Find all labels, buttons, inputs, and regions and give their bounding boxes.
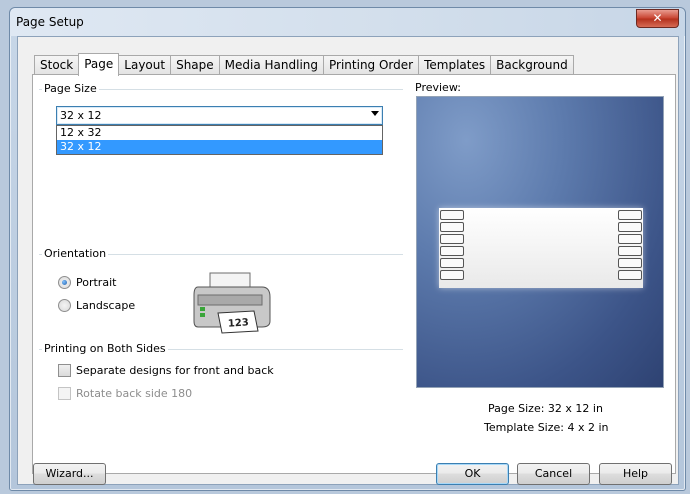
printer-label-text: 123 xyxy=(228,317,250,329)
dialog-body: Stock Page Layout Shape Media Handling P… xyxy=(17,36,679,485)
tab-layout[interactable]: Layout xyxy=(118,55,172,75)
separate-designs-checkbox[interactable] xyxy=(58,364,71,377)
page-size-info-label: Page Size: xyxy=(488,402,545,415)
page-size-selected-value: 32 x 12 xyxy=(60,109,102,122)
window-title: Page Setup xyxy=(16,15,84,29)
preview-pane xyxy=(416,96,664,388)
feed-hole xyxy=(618,270,642,280)
title-bar[interactable]: Page Setup ✕ xyxy=(10,8,685,36)
feed-hole xyxy=(618,234,642,244)
group-divider xyxy=(155,349,403,350)
tab-background[interactable]: Background xyxy=(490,55,574,75)
portrait-label: Portrait xyxy=(76,276,117,289)
tab-stock[interactable]: Stock xyxy=(34,55,80,75)
portrait-radio[interactable] xyxy=(58,276,71,289)
landscape-radio-row[interactable]: Landscape xyxy=(58,299,135,312)
feed-hole xyxy=(618,246,642,256)
help-button[interactable]: Help xyxy=(599,463,672,485)
template-size-info-value: 4 x 2 in xyxy=(567,421,609,434)
feed-hole xyxy=(618,222,642,232)
feed-holes-right xyxy=(617,208,643,288)
preview-label: Preview: xyxy=(415,81,461,94)
feed-hole xyxy=(440,222,464,232)
tab-templates[interactable]: Templates xyxy=(418,55,492,75)
landscape-label: Landscape xyxy=(76,299,136,312)
group-divider xyxy=(101,254,403,255)
feed-hole xyxy=(440,234,464,244)
feed-hole xyxy=(440,258,464,268)
page-tab-panel: Page Size 32 x 12 12 x 32 32 x 12 Orient… xyxy=(32,74,676,474)
rotate-back-checkbox xyxy=(58,387,71,400)
template-size-info-label: Template Size: xyxy=(484,421,564,434)
separate-designs-row[interactable]: Separate designs for front and back xyxy=(58,364,274,377)
landscape-radio[interactable] xyxy=(58,299,71,312)
tab-page[interactable]: Page xyxy=(78,53,120,76)
page-setup-dialog: Page Setup ✕ Stock Page Layout Shape Med… xyxy=(9,7,686,491)
tab-shape[interactable]: Shape xyxy=(170,55,220,75)
feed-holes-left xyxy=(439,208,465,288)
tab-strip: Stock Page Layout Shape Media Handling P… xyxy=(34,53,574,76)
tab-printing-order[interactable]: Printing Order xyxy=(323,55,420,75)
template-size-info: Template Size: 4 x 2 in xyxy=(484,421,609,434)
printer-icon: 123 xyxy=(193,272,271,334)
rotate-back-label: Rotate back side 180 xyxy=(76,387,193,400)
separate-designs-label: Separate designs for front and back xyxy=(76,364,274,377)
group-divider xyxy=(91,89,403,90)
both-sides-group-label: Printing on Both Sides xyxy=(42,342,168,355)
wizard-button[interactable]: Wizard... xyxy=(33,463,106,485)
page-size-info: Page Size: 32 x 12 in xyxy=(488,402,603,415)
label-preview xyxy=(439,208,643,288)
close-button[interactable]: ✕ xyxy=(636,9,679,28)
page-size-info-value: 32 x 12 in xyxy=(547,402,603,415)
ok-button[interactable]: OK xyxy=(436,463,509,485)
feed-hole xyxy=(440,246,464,256)
page-size-option-selected[interactable]: 32 x 12 xyxy=(57,140,382,154)
chevron-down-icon[interactable] xyxy=(371,111,379,116)
orientation-group-label: Orientation xyxy=(42,247,109,260)
page-size-group-label: Page Size xyxy=(42,82,99,95)
rotate-back-row: Rotate back side 180 xyxy=(58,387,192,400)
feed-hole xyxy=(440,210,464,220)
feed-hole xyxy=(618,210,642,220)
page-size-select[interactable]: 32 x 12 xyxy=(56,106,383,125)
cancel-button[interactable]: Cancel xyxy=(517,463,590,485)
page-size-option[interactable]: 12 x 32 xyxy=(57,126,382,140)
tab-media-handling[interactable]: Media Handling xyxy=(218,55,325,75)
page-size-dropdown-list: 12 x 32 32 x 12 xyxy=(56,125,383,155)
feed-hole xyxy=(618,258,642,268)
portrait-radio-row[interactable]: Portrait xyxy=(58,276,116,289)
feed-hole xyxy=(440,270,464,280)
